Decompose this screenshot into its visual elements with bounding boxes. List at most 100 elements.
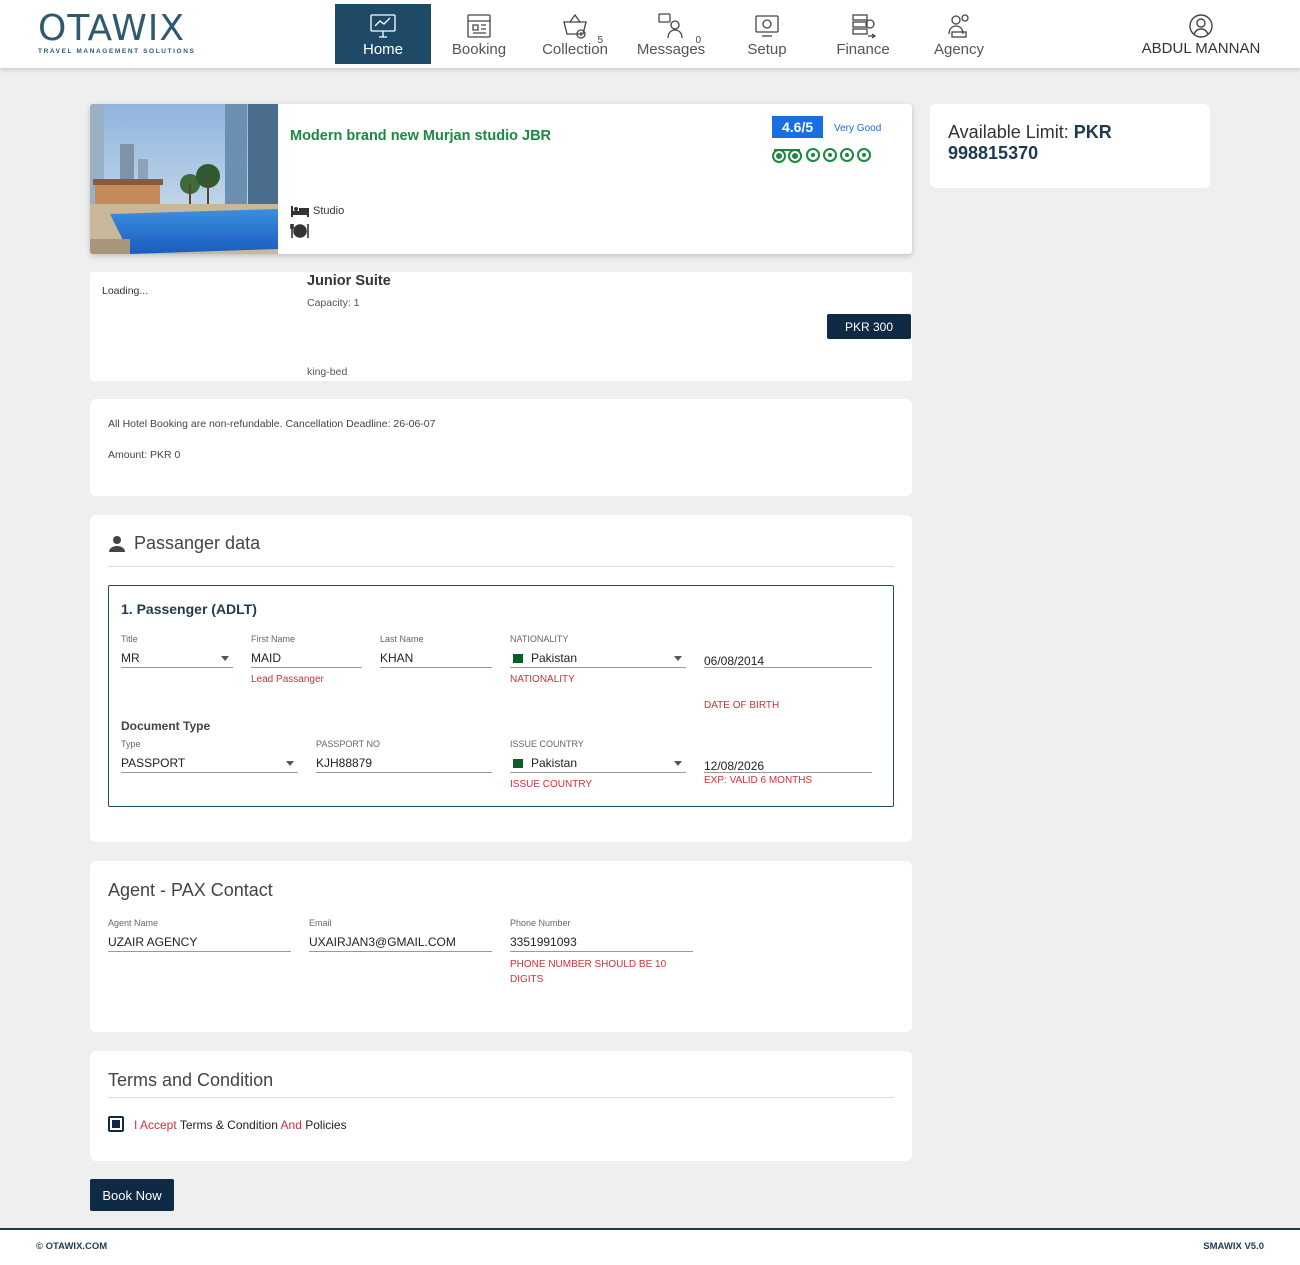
meal-plate-icon (290, 224, 309, 238)
user-menu[interactable]: ABDUL MANNAN (1140, 13, 1262, 57)
available-limit-card: Available Limit: PKR 998815370 (930, 104, 1210, 188)
chevron-down-icon (674, 656, 682, 661)
date-of-birth-field[interactable]: 06/08/2014 DATE OF BIRTH (704, 634, 872, 713)
room-capacity: Capacity: 1 (307, 297, 360, 309)
nav-label: Home (362, 41, 403, 58)
passenger-box-title: 1. Passenger (ADLT) (121, 601, 257, 617)
available-limit: Available Limit: PKR 998815370 (948, 122, 1198, 164)
nav-setup[interactable]: Setup (719, 4, 815, 64)
room-title: Junior Suite (307, 273, 391, 289)
agent-pax-contact-card: Agent - PAX Contact Agent Name UZAIR AGE… (90, 861, 912, 1032)
rating-bubble-icon (857, 148, 871, 162)
room-bed-type: king-bed (307, 366, 348, 378)
field-label: Last Name (380, 634, 424, 644)
passport-expiry-field[interactable]: 12/08/2026 EXP: VALID 6 MONTHS (704, 739, 872, 788)
field-value: MR (121, 651, 140, 665)
passenger-box: 1. Passenger (ADLT) Title MR First Name … (108, 585, 894, 807)
issue-country-select[interactable]: ISSUE COUNTRY Pakistan ISSUE COUNTRY (510, 739, 686, 792)
field-value: Pakistan (531, 756, 578, 770)
nav-collection[interactable]: Collection 5 (527, 4, 623, 64)
booking-icon (467, 14, 491, 38)
otawix-logo[interactable]: OTAWIX TRAVEL MANAGEMENT SOLUTIONS (38, 8, 208, 56)
divider (108, 566, 894, 567)
field-error: PHONE NUMBER SHOULD BE 10 DIGITS (510, 959, 667, 985)
agent-name-field[interactable]: Agent Name UZAIR AGENCY (108, 918, 291, 952)
nav-messages[interactable]: Messages 0 (623, 4, 719, 64)
passenger-data-card: Passanger data 1. Passenger (ADLT) Title… (90, 515, 912, 842)
and-text: And (280, 1118, 302, 1132)
logo-tagline: TRAVEL MANAGEMENT SOLUTIONS (38, 48, 196, 55)
email-field[interactable]: Email UXAIRJAN3@GMAIL.COM (309, 918, 492, 952)
title-select[interactable]: Title MR (121, 634, 233, 668)
field-error: NATIONALITY (510, 674, 575, 685)
field-label: First Name (251, 634, 296, 644)
room-card: Loading... Junior Suite Capacity: 1 king… (90, 272, 912, 381)
phone-number-field[interactable]: Phone Number 3351991093 PHONE NUMBER SHO… (510, 918, 693, 987)
book-now-button[interactable]: Book Now (90, 1179, 174, 1211)
rating-score-badge: 4.6/5 (772, 116, 824, 138)
terms-card: Terms and Condition I Accept Terms & Con… (90, 1051, 912, 1161)
terms-section-title: Terms and Condition (108, 1070, 274, 1090)
footer-copyright: © OTAWIX.COM (36, 1241, 108, 1252)
cancellation-policy-text: All Hotel Booking are non-refundable. Ca… (108, 418, 436, 430)
main-nav: Home Booking Collection 5 Messages 0 Set… (335, 4, 1007, 64)
cancellation-amount: Amount: PKR 0 (108, 449, 181, 461)
field-error: Lead Passanger (251, 674, 324, 685)
field-label: NATIONALITY (510, 634, 569, 644)
user-avatar-icon (1189, 14, 1213, 38)
available-limit-label: Available Limit: (948, 122, 1069, 142)
home-monitor-icon (370, 14, 396, 38)
field-label: Phone Number (510, 918, 571, 928)
field-error: DATE OF BIRTH (704, 700, 780, 711)
field-error: ISSUE COUNTRY (510, 779, 593, 790)
collection-basket-icon (563, 13, 587, 39)
field-label: ISSUE COUNTRY (510, 739, 584, 749)
pakistan-flag-icon (510, 758, 523, 768)
rating-bubble-icon (806, 148, 820, 162)
passenger-section-header: Passanger data (108, 533, 260, 554)
nav-finance[interactable]: Finance (815, 4, 911, 64)
field-label: Type (121, 739, 141, 749)
footer-version: SMAWIX V5.0 (1203, 1241, 1264, 1252)
last-name-field[interactable]: Last Name KHAN (380, 634, 492, 668)
footer: © OTAWIX.COM SMAWIX V5.0 (0, 1228, 1300, 1265)
policies-link[interactable]: Policies (305, 1118, 346, 1132)
field-value: UZAIR AGENCY (108, 935, 198, 949)
logo-wordmark: OTAWIX (38, 8, 186, 49)
nav-home[interactable]: Home (335, 4, 431, 64)
room-price-button[interactable]: PKR 300 (827, 314, 911, 339)
field-label: Agent Name (108, 918, 159, 928)
rating-bubble-icon (840, 148, 854, 162)
passenger-section-title: Passanger data (134, 533, 261, 553)
nav-booking[interactable]: Booking (431, 4, 527, 64)
nav-label: Setup (747, 41, 787, 58)
accept-terms-checkbox[interactable] (108, 1116, 124, 1132)
cancellation-policy-card: All Hotel Booking are non-refundable. Ca… (90, 399, 912, 496)
first-name-field[interactable]: First Name MAID Lead Passanger (251, 634, 362, 687)
document-type-select[interactable]: Type PASSPORT (121, 739, 298, 773)
field-value: UXAIRJAN3@GMAIL.COM (309, 935, 456, 949)
room-type: Studio (290, 204, 344, 218)
hotel-name[interactable]: Modern brand new Murjan studio JBR (290, 128, 551, 144)
chevron-down-icon (221, 656, 229, 661)
passport-number-field[interactable]: PASSPORT NO KJH88879 (316, 739, 492, 773)
nationality-select[interactable]: NATIONALITY Pakistan NATIONALITY (510, 634, 686, 687)
top-navbar: OTAWIX TRAVEL MANAGEMENT SOLUTIONS Home … (0, 0, 1300, 68)
pakistan-flag-icon (510, 653, 523, 663)
hotel-summary-card: Modern brand new Murjan studio JBR 4.6/5… (90, 104, 912, 254)
collection-count-badge: 5 (597, 35, 603, 46)
messages-icon (658, 13, 683, 39)
accept-text: I Accept (134, 1118, 177, 1132)
nav-agency[interactable]: Agency (911, 4, 1007, 64)
terms-link[interactable]: Terms & Condition (180, 1118, 278, 1132)
field-value: 12/08/2026 (704, 758, 765, 773)
messages-count-badge: 0 (695, 35, 701, 46)
field-label: PASSPORT NO (316, 739, 381, 749)
document-type-heading: Document Type (121, 719, 211, 733)
user-name: ABDUL MANNAN (1141, 40, 1261, 57)
accept-terms-label: I Accept Terms & Condition And Policies (134, 1118, 347, 1132)
divider (108, 1097, 894, 1098)
field-value: KJH88879 (316, 756, 373, 770)
contact-section-title: Agent - PAX Contact (108, 880, 273, 900)
field-label: Title (121, 634, 138, 644)
